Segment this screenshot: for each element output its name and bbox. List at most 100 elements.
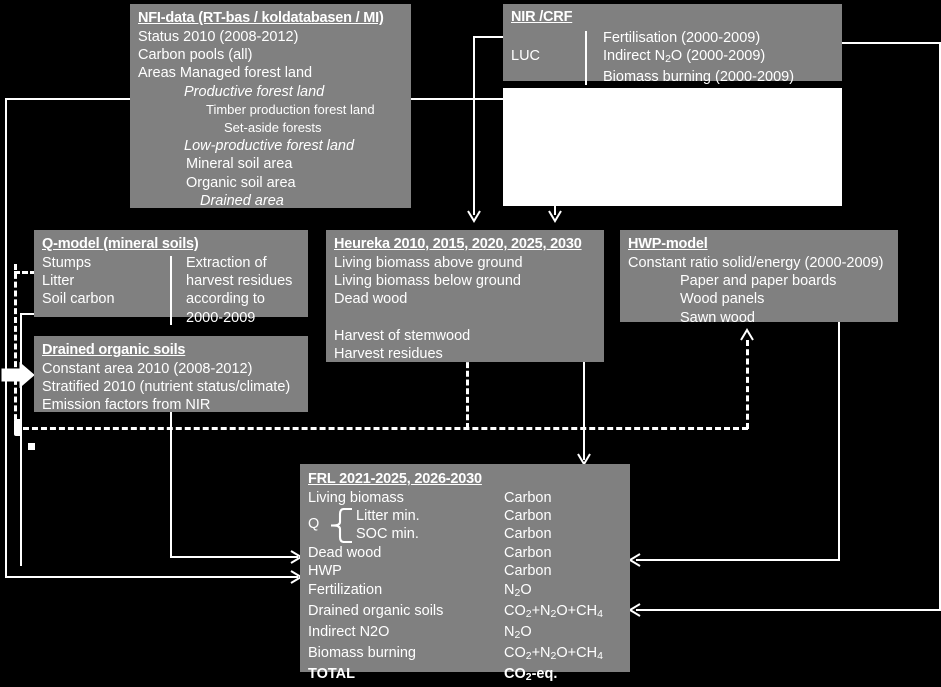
hwp-item-wood-panels: Wood panels [680, 291, 765, 308]
connector-qmodel-left-v [20, 313, 22, 566]
frl-row-total-label: TOTAL [308, 666, 355, 683]
qmodel-right-1: Extraction of [186, 255, 267, 271]
frl-table: Living biomass Carbon [308, 489, 622, 507]
heureka-line-biomass-below: Living biomass below ground [334, 273, 521, 290]
box-heureka[interactable]: Heureka 2010, 2015, 2020, 2025, 2030 Liv… [326, 230, 604, 362]
arrowhead-up-feedback-hwp [740, 328, 754, 341]
frl-row-living-biomass-value: Carbon [504, 490, 552, 506]
frl-row-hwp-value: Carbon [504, 563, 552, 580]
frl-q-brace-block: Q Litter min. SOC min. [308, 507, 504, 544]
drained-line-stratified: Stratified 2010 (nutrient status/climate… [42, 379, 291, 396]
heureka-spacer [334, 309, 596, 327]
frl-q-values: Carbon Carbon [504, 507, 622, 544]
nfi-line-areas: Areas Managed forest land [138, 65, 313, 82]
frl-row-indirect-n2o-label: Indirect N2O [308, 624, 390, 641]
box-hwp-model[interactable]: HWP-model Constant ratio solid/energy (2… [620, 230, 898, 326]
connector-nfi-left-h [5, 98, 135, 100]
nfi-line-drained-area: Drained area [200, 192, 284, 209]
frl-q-label: Q [308, 516, 320, 533]
nfi-line-productive-forest-land: Productive forest land [184, 83, 325, 100]
heureka-line-biomass-above: Living biomass above ground [334, 255, 523, 271]
frl-row-hwp-label: HWP [308, 563, 342, 580]
frl-q-rows: Litter min. SOC min. [356, 507, 420, 543]
marker-small-square [28, 443, 35, 450]
box-q-model-header: Q-model (mineral soils) [42, 236, 199, 252]
hwp-item-sawn-wood: Sawn wood [680, 309, 755, 326]
connector-feedback-bus-dashed [14, 427, 748, 430]
connector-feedback-to-hwp-dashed-v [746, 340, 749, 429]
box-nfi-data[interactable]: NFI-data (RT-bas / koldatabasen / MI) St… [130, 4, 411, 209]
frl-row-fertilization-label: Fertilization [308, 581, 383, 598]
qmodel-right-4: 2000-2009 [186, 309, 256, 326]
nfi-line-timber-production: Timber production forest land [206, 101, 375, 117]
frl-table-rest: Dead wood Carbon HWP Carbon Fertilizatio… [308, 544, 622, 686]
frl-row-biomass-burning-value: CO2+N2O+CH4 [504, 645, 603, 663]
curly-brace-icon [331, 508, 352, 544]
frl-row-total-value: CO2-eq. [504, 666, 558, 684]
arrowhead-down-nfi-heureka [548, 210, 562, 223]
box-frl[interactable]: FRL 2021-2025, 2026-2030 Living biomass … [300, 464, 630, 683]
nir-item-indirect-n2o: Indirect N2O (2000-2009) [603, 48, 766, 66]
frl-row-litter-value: Carbon [504, 508, 552, 525]
qmodel-left-soil-carbon: Soil carbon [42, 291, 115, 308]
box-nfi-header: NFI-data (RT-bas / koldatabasen / MI) [138, 10, 384, 26]
frl-row-dead-wood-label: Dead wood [308, 545, 382, 562]
frl-row-dead-wood-value: Carbon [504, 545, 552, 562]
nfi-line-organic-soil: Organic soil area [186, 174, 296, 191]
nfi-line-set-aside: Set-aside forests [224, 120, 322, 136]
nfi-line-carbon-pools: Carbon pools (all) [138, 47, 253, 64]
nir-item-fertilisation: Fertilisation (2000-2009) [603, 30, 761, 46]
arrowhead-left-nir-frl [628, 603, 641, 617]
diagram-canvas: NFI-data (RT-bas / koldatabasen / MI) St… [0, 0, 941, 683]
arrowhead-left-hwp-frl [628, 553, 641, 567]
qmodel-left-litter: Litter [42, 273, 75, 290]
connector-nir-right-h [842, 42, 941, 44]
connector-nfi-left-v [5, 98, 7, 578]
qmodel-right-2: harvest residues [186, 273, 293, 290]
connector-feedback-to-qmodel-dashed-h [14, 271, 36, 274]
connector-feedback-left-dashed-v [14, 264, 17, 429]
qmodel-divider [170, 256, 172, 325]
nfi-line-low-productive: Low-productive forest land [184, 138, 355, 155]
frl-row-drained-label: Drained organic soils [308, 602, 444, 619]
connector-nir-luc-v [473, 36, 475, 215]
drained-line-emission-factors: Emission factors from NIR [42, 397, 211, 414]
box-nir-crf[interactable]: NIR /CRF LUC Fertilisation (2000-2009) I… [503, 4, 842, 85]
nfi-line-mineral-soil: Mineral soil area [186, 156, 293, 173]
nfi-line-status: Status 2010 (2008-2012) [138, 29, 299, 45]
box-nir-header: NIR /CRF [511, 9, 573, 25]
connector-drained-down-v [170, 412, 172, 558]
frl-row-drained-value: CO2+N2O+CH4 [504, 602, 603, 620]
heureka-line-harvest-residues: Harvest residues [334, 345, 443, 362]
drained-line-constant-area: Constant area 2010 (2008-2012) [42, 361, 253, 377]
heureka-line-dead-wood: Dead wood [334, 291, 408, 308]
box-hwp-header: HWP-model [628, 236, 708, 252]
qmodel-right-3: according to [186, 291, 265, 308]
marker-bus-left-nub [14, 419, 22, 436]
frl-row-soc-label: SOC min. [356, 526, 419, 543]
arrowhead-down-nir-heureka [467, 210, 481, 223]
box-drained-header: Drained organic soils [42, 342, 186, 358]
frl-row-biomass-burning-label: Biomass burning [308, 645, 416, 662]
qmodel-left-stumps: Stumps [42, 255, 92, 271]
empty-white-panel [503, 88, 842, 206]
connector-nfi-left-to-frl-h [5, 576, 298, 578]
frl-row-litter-label: Litter min. [356, 508, 420, 525]
connector-hwp-to-frl-h [636, 559, 840, 561]
frl-row-soc-value: Carbon [504, 526, 552, 543]
frl-row-indirect-n2o-value: N2O [504, 624, 532, 642]
connector-drained-to-frl-h [170, 556, 298, 558]
frl-row-living-biomass-label: Living biomass [308, 490, 404, 506]
connector-nir-to-frl-h [636, 609, 941, 611]
frl-q-section: Q Litter min. SOC min. Carbon Carbon [308, 507, 622, 544]
nir-divider [585, 31, 587, 85]
box-heureka-header: Heureka 2010, 2015, 2020, 2025, 2030 [334, 236, 582, 252]
hwp-item-paper: Paper and paper boards [680, 273, 837, 290]
box-frl-header: FRL 2021-2025, 2026-2030 [308, 471, 482, 487]
nir-item-biomass-burning: Biomass burning (2000-2009) [603, 69, 795, 86]
nir-luc-label: LUC [511, 48, 541, 64]
heureka-line-harvest-stemwood: Harvest of stemwood [334, 327, 471, 344]
hwp-line-constant-ratio: Constant ratio solid/energy (2000-2009) [628, 255, 884, 271]
box-q-model[interactable]: Q-model (mineral soils) Stumps Litter So… [34, 230, 308, 326]
box-drained-organic-soils[interactable]: Drained organic soils Constant area 2010… [34, 336, 308, 414]
